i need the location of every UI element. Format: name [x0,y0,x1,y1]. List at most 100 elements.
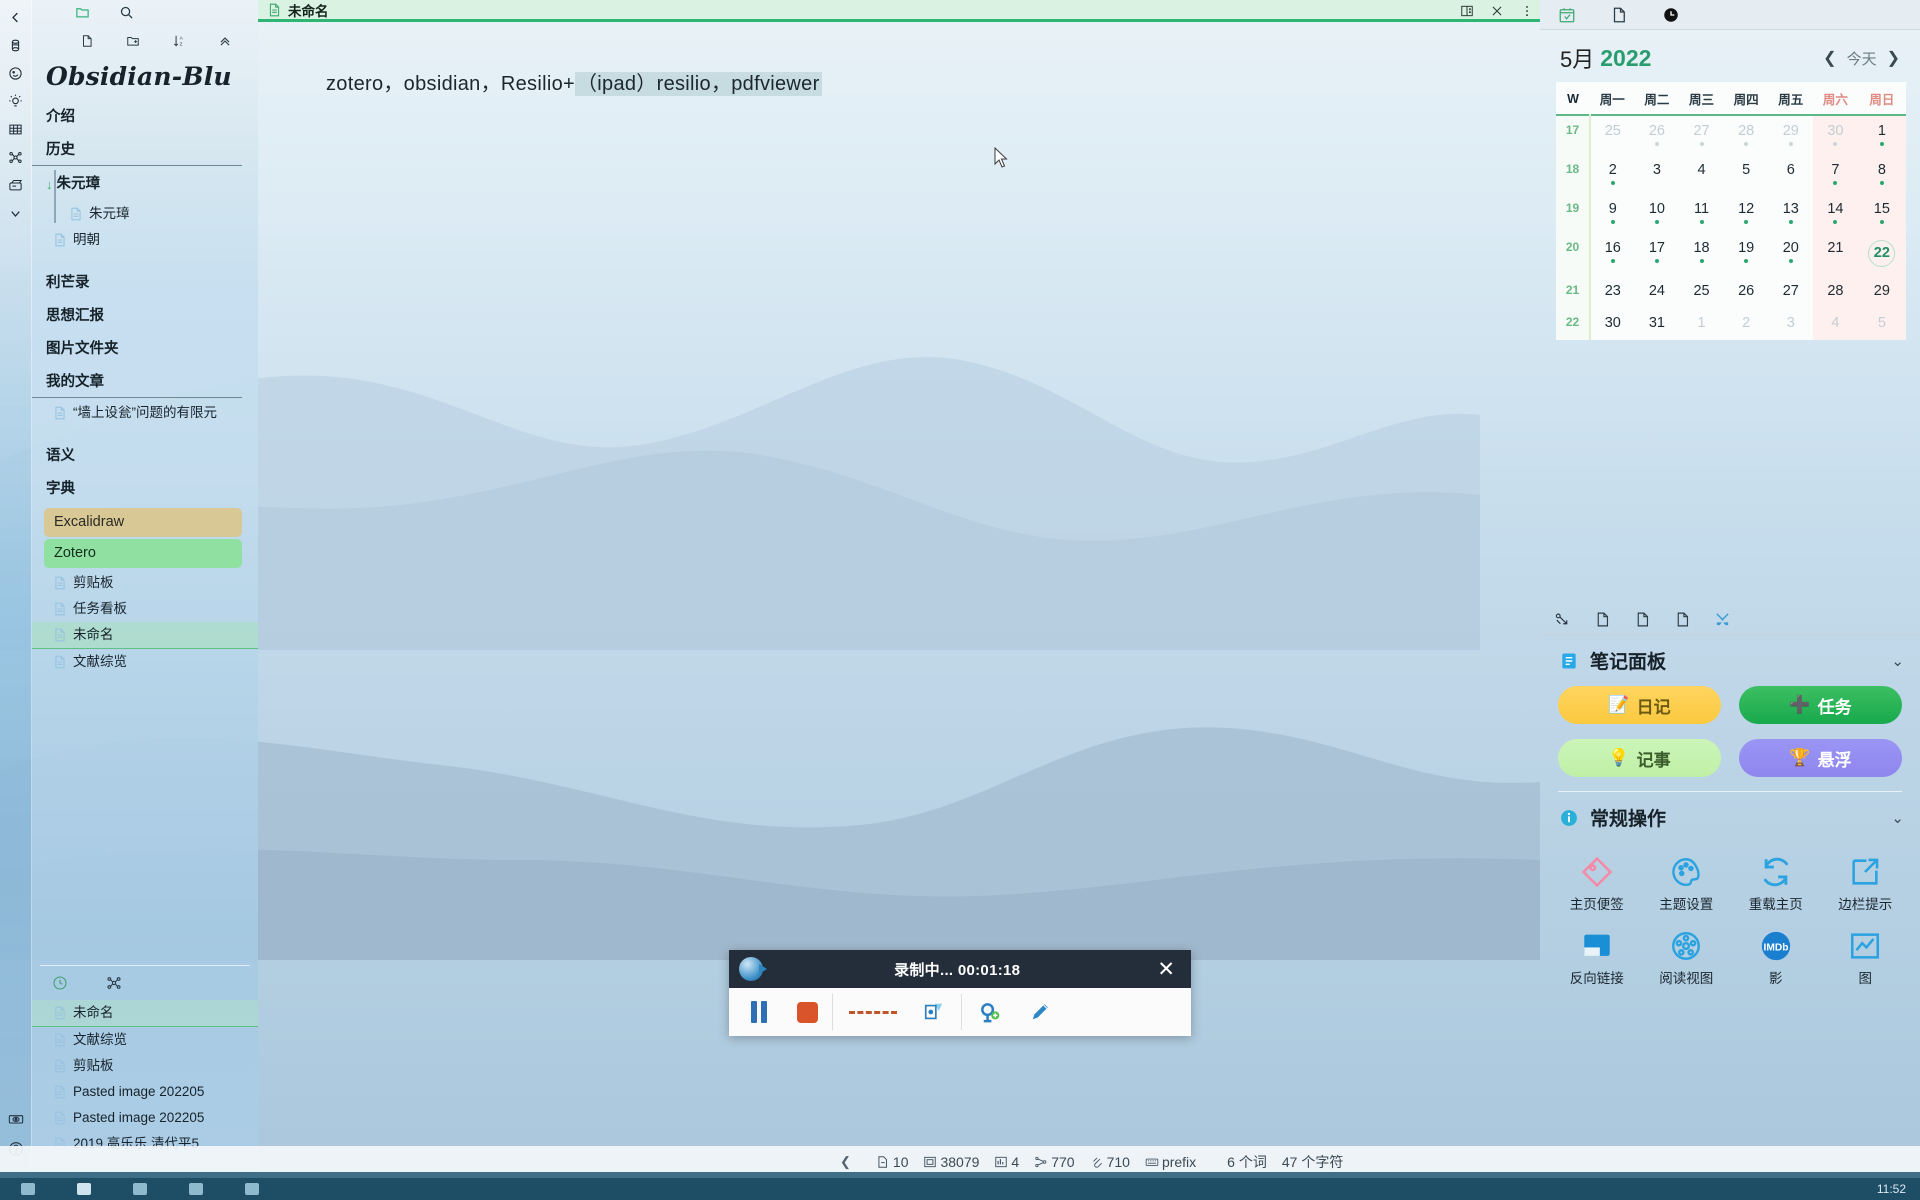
list-item[interactable]: 剪贴板 [32,1053,258,1079]
file-task-board[interactable]: 任务看板 [32,596,258,622]
sort-az-icon[interactable]: AZ [172,34,186,48]
calendar-day-cell[interactable]: 13 [1769,194,1814,233]
folder-intro[interactable]: 介绍 [32,101,258,134]
close-icon[interactable]: ✕ [1151,957,1181,982]
status-attachment-count[interactable]: 710 [1090,1154,1130,1170]
camera-icon[interactable] [3,1104,29,1134]
dna-icon[interactable] [3,31,29,59]
calendar-day-cell[interactable]: 29 [1769,115,1814,155]
calendar-day-cell[interactable]: 15 [1857,194,1906,233]
calendar-day-cell[interactable]: 3 [1769,308,1814,340]
taskbar-button[interactable] [168,1178,224,1200]
calendar-day-cell[interactable]: 3 [1635,155,1680,194]
calendar-week-number[interactable]: 19 [1556,194,1591,233]
ops-item-theme-settings[interactable]: 主题设置 [1642,845,1732,917]
calendar-day-cell[interactable]: 25 [1590,115,1635,155]
cut-clip-button[interactable] [923,1001,945,1023]
calendar-day-cell[interactable]: 9 [1590,194,1635,233]
calendar-day-cell[interactable]: 30 [1813,115,1858,155]
memo-button[interactable]: 💡 记事 [1558,739,1721,777]
status-links-count[interactable]: 770 [1034,1154,1075,1170]
calendar-week-number[interactable]: 20 [1556,233,1591,276]
graph-icon[interactable] [3,143,29,171]
calendar-day-cell[interactable]: 6 [1769,155,1814,194]
calendar-day-cell[interactable]: 22 [1857,233,1906,276]
calendar-day-cell[interactable]: 27 [1769,276,1814,308]
note-panel-header[interactable]: 笔记面板 ⌄ [1540,635,1920,682]
document-icon[interactable] [1674,611,1691,628]
calendar-day-cell[interactable]: 23 [1590,276,1635,308]
calendar-day-cell[interactable]: 19 [1724,233,1769,276]
status-prefix[interactable]: prefix [1145,1154,1196,1170]
chevron-down-icon[interactable]: ⌄ [1891,652,1904,670]
folder-limanglu[interactable]: 利芒录 [32,267,258,300]
recent-files-clock-icon[interactable] [52,975,68,991]
file-wall-urn-article[interactable]: “墙上设瓮”问题的有限元 [32,400,258,426]
calendar-week-number[interactable]: 21 [1556,276,1591,308]
calendar-week-number[interactable]: 18 [1556,155,1591,194]
chevron-down-icon[interactable] [3,199,29,227]
taskbar-button[interactable] [56,1178,112,1200]
folder-dictionary[interactable]: 字典 [32,473,258,506]
document-icon[interactable] [1594,611,1611,628]
taskbar-button[interactable] [112,1178,168,1200]
pencil-annotate-button[interactable] [1029,1001,1051,1023]
table-icon[interactable] [3,115,29,143]
calendar-day-cell[interactable]: 5 [1857,308,1906,340]
calendar-day-cell[interactable]: 24 [1635,276,1680,308]
dashed-line-tool[interactable] [849,1010,897,1014]
lightbulb-icon[interactable] [3,87,29,115]
ops-item-backlinks[interactable]: 反向链接 [1552,919,1642,991]
tools-icon[interactable] [1714,611,1731,628]
float-button[interactable]: 🏆 悬浮 [1739,739,1902,777]
file-mingchao[interactable]: 明朝 [32,227,258,253]
list-item[interactable]: Pasted image 202205 [32,1079,258,1105]
archive-icon[interactable] [3,171,29,199]
taskbar-button[interactable] [0,1178,56,1200]
calendar-next-button[interactable]: ❯ [1887,48,1900,68]
calendar-day-cell[interactable]: 16 [1590,233,1635,276]
file-clipboard[interactable]: 剪贴板 [32,570,258,596]
taskbar-button[interactable] [224,1178,280,1200]
folder-history[interactable]: 历史 [32,134,242,166]
taskbar-clock[interactable]: 11:52 [1877,1182,1920,1196]
calendar-week-number[interactable]: 22 [1556,308,1591,340]
calendar-day-cell[interactable]: 1 [1679,308,1724,340]
folder-zhuyuanzhang[interactable]: ↓ 朱元璋 [32,168,258,201]
calendar-day-cell[interactable]: 20 [1769,233,1814,276]
list-item[interactable]: 未命名 [32,1000,258,1027]
ops-item-sidebar-hint[interactable]: 边栏提示 [1821,845,1911,917]
calendar-day-cell[interactable]: 8 [1857,155,1906,194]
document-icon[interactable] [1634,611,1651,628]
note-tab-icon[interactable] [1610,6,1628,24]
calendar-day-cell[interactable]: 2 [1590,155,1635,194]
ops-item-home-sticky[interactable]: 主页便签 [1552,845,1642,917]
graph-view-icon[interactable] [106,975,122,991]
status-note-count[interactable]: 10 [876,1154,908,1170]
task-button[interactable]: ➕ 任务 [1739,686,1902,724]
calendar-day-cell[interactable]: 28 [1724,115,1769,155]
calendar-day-cell[interactable]: 7 [1813,155,1858,194]
folder-images[interactable]: 图片文件夹 [32,333,258,366]
calendar-day-cell[interactable]: 30 [1590,308,1635,340]
chevron-left-icon[interactable] [3,3,29,31]
calendar-day-cell[interactable]: 27 [1679,115,1724,155]
emoji-icon[interactable] [3,59,29,87]
editor-content[interactable]: zotero，obsidian，Resilio+ （ipad）resilio，pd… [258,22,1540,96]
calendar-day-cell[interactable]: 31 [1635,308,1680,340]
ops-panel-header[interactable]: 常规操作 ⌄ [1540,792,1920,839]
calendar-day-cell[interactable]: 14 [1813,194,1858,233]
calendar-day-cell[interactable]: 10 [1635,194,1680,233]
folder-excalidraw[interactable]: Excalidraw [44,508,242,537]
calendar-day-cell[interactable]: 1 [1857,115,1906,155]
backlink-icon[interactable] [1554,611,1571,628]
list-item[interactable]: Pasted image 202205 [32,1105,258,1131]
status-word-total[interactable]: 38079 [923,1154,979,1170]
pause-button[interactable] [751,1001,767,1023]
calendar-today-button[interactable]: 今天 [1847,48,1877,69]
status-chart-count[interactable]: 4 [994,1154,1019,1170]
calendar-tab-icon[interactable] [1558,6,1576,24]
calendar-day-cell[interactable]: 17 [1635,233,1680,276]
calendar-day-cell[interactable]: 26 [1724,276,1769,308]
calendar-day-cell[interactable]: 4 [1679,155,1724,194]
